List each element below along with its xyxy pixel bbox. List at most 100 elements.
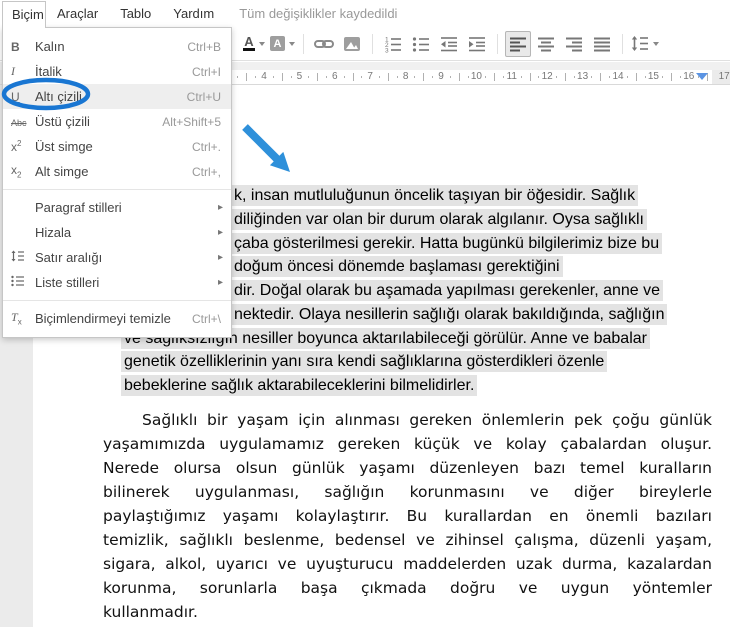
ruler-tick: [609, 76, 610, 78]
menu-item-alt-simge[interactable]: x2Alt simgeCtrl+,: [3, 159, 231, 184]
selected-text-line[interactable]: nektedir. Olaya nesillerin sağlığı olara…: [231, 304, 667, 325]
text-line[interactable]: paylaştığımız yaşamı kolaylaştırır. Bu k…: [103, 504, 712, 528]
text-line[interactable]: Nerede olursa olsun günlük yaşamı düzenl…: [103, 456, 712, 480]
selected-text-line[interactable]: k, insan mutluluğunun öncelik taşıyan bi…: [231, 185, 638, 206]
text-line[interactable]: korunma, sorunlarla başa çıkmada doğru v…: [103, 576, 712, 600]
chevron-down-icon: [259, 42, 265, 46]
justify-button[interactable]: [589, 31, 615, 57]
ruler-tick: [662, 76, 663, 78]
ruler-number: 10: [471, 70, 482, 84]
menu-item-biçimlendirmeyi-temizle[interactable]: TxBiçimlendirmeyi temizleCtrl+\: [3, 306, 231, 331]
ruler-tick: [344, 76, 345, 78]
menu-aractar[interactable]: Araçlar: [46, 0, 109, 27]
menu-item-i-talik[interactable]: IİtalikCtrl+I: [3, 59, 231, 84]
submenu-arrow-icon: ▸: [218, 227, 231, 238]
ruler-tick: [671, 73, 672, 81]
menu-item-shortcut: Ctrl+B: [187, 40, 231, 54]
menu-item-label: Biçimlendirmeyi temizle: [35, 311, 192, 326]
ruler-tick: [521, 76, 522, 78]
ruler-number: 15: [648, 70, 659, 84]
svg-text:3: 3: [385, 47, 389, 53]
line-spacing-button[interactable]: [630, 31, 660, 57]
insert-link-button[interactable]: [311, 31, 337, 57]
link-icon: [314, 35, 334, 53]
indent-marker-icon[interactable]: [696, 73, 708, 80]
align-right-icon: [566, 36, 582, 52]
menu-item-üst-simge[interactable]: x2Üst simgeCtrl+.: [3, 134, 231, 159]
menu-tablo[interactable]: Tablo: [109, 0, 162, 27]
bold-icon: B: [11, 40, 35, 54]
menu-item-label: Üst simge: [35, 139, 192, 154]
menu-item-kalın[interactable]: BKalınCtrl+B: [3, 34, 231, 59]
insert-image-button[interactable]: [339, 31, 365, 57]
ruler-number: 5: [297, 70, 303, 84]
numbered-list-button[interactable]: 1 2 3: [380, 31, 406, 57]
ruler-tick: [468, 76, 469, 78]
text-line[interactable]: yaşamımızda uygulamamız gereken küçük ve…: [103, 432, 712, 456]
menu-item-label: Paragraf stilleri: [35, 200, 218, 215]
selected-text-line[interactable]: dir. Doğal olarak bu aşamada yapılması g…: [231, 280, 663, 301]
ruler-tick: [353, 73, 354, 81]
menu-item-label: Üstü çizili: [35, 114, 162, 129]
clear-formatting-icon: Tx: [11, 310, 35, 326]
ruler-tick: [291, 76, 292, 78]
decrease-indent-button[interactable]: [436, 31, 462, 57]
increase-indent-button[interactable]: [464, 31, 490, 57]
ruler-tick: [388, 73, 389, 81]
menu-item-shortcut: Ctrl+I: [192, 65, 231, 79]
submenu-arrow-icon: ▸: [218, 202, 231, 213]
menu-item-paragraf-stilleri[interactable]: Paragraf stilleri▸: [3, 195, 231, 220]
superscript-icon: x2: [11, 139, 35, 154]
subscript-icon: x2: [11, 163, 35, 179]
text-color-icon: A: [243, 36, 254, 51]
text-line[interactable]: temizlik, sağlıklı beslenme, bedensel ve…: [103, 528, 712, 552]
highlight-color-button[interactable]: A: [269, 31, 296, 57]
align-right-button[interactable]: [561, 31, 587, 57]
underline-icon: U: [11, 90, 35, 104]
submenu-arrow-icon: ▸: [218, 277, 231, 288]
strikethrough-icon: Abc: [11, 115, 35, 129]
menu-item-altı-çizili[interactable]: UAltı çiziliCtrl+U: [3, 84, 231, 109]
selected-text-line[interactable]: bebeklerine sağlık aktarabileceklerini b…: [121, 375, 477, 396]
ruler-tick: [574, 76, 575, 78]
ruler-tick: [530, 73, 531, 81]
justify-icon: [594, 36, 610, 52]
text-line[interactable]: Sağlıklı bir yaşam için alınması gereken…: [103, 408, 712, 432]
menu-item-shortcut: Ctrl+,: [192, 165, 231, 179]
selected-text-line[interactable]: çaba gösterilmesi gerekir. Hatta bugünkü…: [231, 233, 662, 254]
ruler-tick: [423, 73, 424, 81]
menu-yardim[interactable]: Yardım: [162, 0, 225, 27]
ruler-number: 7: [367, 70, 373, 84]
ruler-tick: [485, 76, 486, 78]
ruler-tick: [255, 76, 256, 78]
ruler-tick: [397, 76, 398, 78]
menu-item-label: Satır aralığı: [35, 250, 218, 265]
menu-bicim[interactable]: Biçim: [2, 1, 46, 28]
text-line[interactable]: bilinerek uygulanması, sağlığın korunmas…: [103, 480, 712, 504]
ruler-number: 14: [612, 70, 623, 84]
align-center-button[interactable]: [533, 31, 559, 57]
selected-text-line[interactable]: genetik özelliklerinin yanı sıra kendi s…: [121, 351, 607, 372]
selected-text-line[interactable]: diliğinden var olan bir durum olarak alg…: [231, 209, 647, 230]
menu-item-üstü-çizili[interactable]: AbcÜstü çiziliAlt+Shift+5: [3, 109, 231, 134]
align-left-button[interactable]: [505, 31, 531, 57]
toolbar-separator: [372, 34, 373, 54]
menu-item-label: İtalik: [35, 64, 192, 79]
menu-item-satır-aralığı[interactable]: Satır aralığı▸: [3, 245, 231, 270]
text-line[interactable]: kullanmadır.: [103, 600, 712, 624]
menu-item-label: Liste stilleri: [35, 275, 218, 290]
ruler-tick: [600, 73, 601, 81]
bulleted-list-button[interactable]: [408, 31, 434, 57]
ruler-tick: [282, 73, 283, 81]
menu-item-shortcut: Ctrl+\: [192, 312, 231, 326]
menu-separator: [3, 300, 231, 301]
menu-item-liste-stilleri[interactable]: Liste stilleri▸: [3, 270, 231, 295]
ruler-tick: [361, 76, 362, 78]
highlight-color-icon: A: [270, 36, 285, 51]
ruler-number: 4: [261, 70, 267, 84]
ruler-tick: [308, 76, 309, 78]
selected-text-line[interactable]: doğum öncesi dönemde başlaması gerektiği…: [231, 256, 563, 277]
menu-item-hizala[interactable]: Hizala▸: [3, 220, 231, 245]
text-line[interactable]: sigara, alkol, uyarıcı ve uyuşturucu mad…: [103, 552, 712, 576]
text-color-button[interactable]: A: [241, 31, 267, 57]
